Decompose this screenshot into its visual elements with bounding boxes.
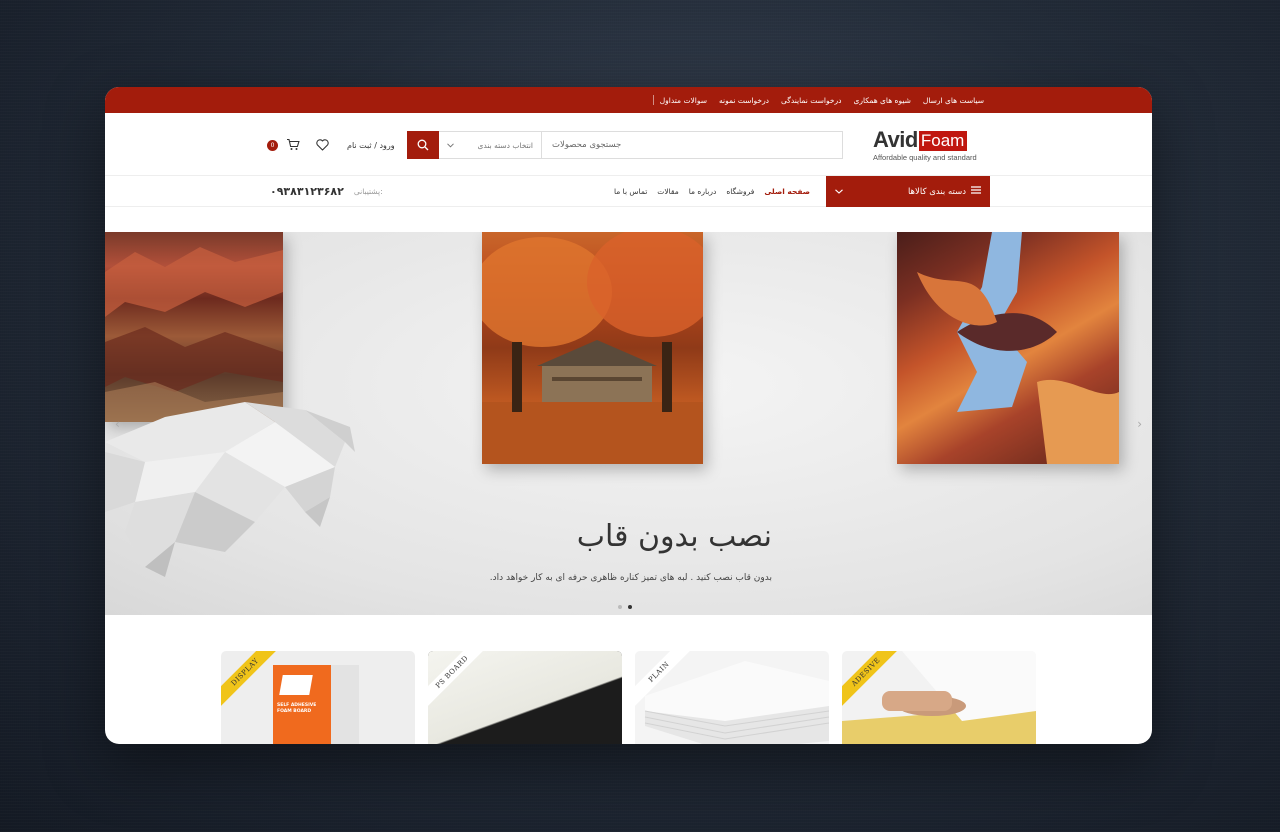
main-navigation: ۰۹۳۸۳۱۲۳۶۸۲ پشتیبانی: صفحه اصلی فروشگاه …	[105, 176, 1152, 207]
display-board-label: SELF ADHESIVE FOAM BOARD	[277, 703, 317, 714]
top-link-faq[interactable]: سوالات متداول	[654, 96, 713, 105]
product-card-ps-board[interactable]: PS BOARD	[428, 651, 622, 744]
slider-dot-1[interactable]	[618, 605, 622, 609]
top-links: سوالات متداول درخواست نمونه درخواست نمای…	[649, 87, 990, 113]
logo-tagline: Affordable quality and standard	[873, 153, 977, 162]
search-button[interactable]	[407, 131, 439, 159]
nav-item-shop[interactable]: فروشگاه	[721, 187, 759, 196]
product-card-adhesive[interactable]: ADESIVE	[842, 651, 1036, 744]
slider-pagination	[618, 605, 632, 609]
search-bar: انتخاب دسته بندی جستجوی محصولات	[407, 131, 843, 159]
support-label: پشتیبانی:	[353, 187, 383, 196]
wishlist-heart-icon[interactable]	[316, 136, 329, 155]
nav-item-contact[interactable]: تماس با ما	[609, 187, 652, 196]
cart-count-badge: 0	[267, 139, 278, 151]
top-links-divider	[652, 95, 654, 105]
login-register-link[interactable]: ورود / ثبت نام	[347, 141, 395, 150]
hero-title: نصب بدون قاب	[576, 519, 772, 554]
nav-item-home[interactable]: صفحه اصلی	[759, 187, 815, 196]
logo-text-avid: Avid	[873, 127, 918, 152]
top-bar: سوالات متداول درخواست نمونه درخواست نمای…	[105, 87, 1152, 113]
header-actions: 0 ورود / ثبت نام	[267, 137, 395, 153]
support-contact: ۰۹۳۸۳۱۲۳۶۸۲ پشتیبانی:	[270, 176, 383, 207]
slider-next-arrow-icon[interactable]: ›	[1137, 417, 1142, 431]
search-input[interactable]: جستجوی محصولات	[542, 132, 842, 158]
product-card-plain[interactable]: PLAIN	[635, 651, 829, 744]
support-phone[interactable]: ۰۹۳۸۳۱۲۳۶۸۲	[270, 185, 344, 198]
top-link-cooperation[interactable]: شیوه های همکاری	[847, 96, 916, 105]
nav-links: صفحه اصلی فروشگاه درباره ما مقالات تماس …	[609, 176, 815, 207]
product-category-cards: SELF ADHESIVE FOAM BOARD DISPLAY PS BOAR…	[221, 651, 1036, 744]
hero-slider: ‹ › نصب بدون قاب بدون قاب نصب کنید . لبه…	[105, 232, 1152, 615]
top-link-shipping-policy[interactable]: سیاست های ارسال	[917, 96, 990, 105]
product-card-display[interactable]: SELF ADHESIVE FOAM BOARD DISPLAY	[221, 651, 415, 744]
top-link-sample-request[interactable]: درخواست نمونه	[713, 96, 775, 105]
search-icon	[417, 139, 429, 151]
nav-item-articles[interactable]: مقالات	[652, 187, 683, 196]
category-select-value: انتخاب دسته بندی	[477, 140, 533, 150]
category-select[interactable]: انتخاب دسته بندی	[439, 132, 542, 158]
paper-dinosaur-illustration	[105, 402, 355, 577]
site-logo[interactable]: Avid Foam Affordable quality and standar…	[873, 129, 985, 165]
slider-prev-arrow-icon[interactable]: ‹	[115, 417, 120, 431]
chevron-down-icon	[835, 187, 843, 197]
slider-dot-2[interactable]	[628, 605, 632, 609]
cart-icon[interactable]	[286, 136, 300, 155]
hero-subtitle: بدون قاب نصب کنید . لبه های تمیز کناره ظ…	[489, 573, 772, 583]
browser-frame: سوالات متداول درخواست نمونه درخواست نمای…	[105, 87, 1152, 744]
logo-text-foam: Foam	[918, 131, 968, 151]
categories-menu-button[interactable]: دسته بندی کالاها	[826, 176, 990, 207]
top-link-agency-request[interactable]: درخواست نمایندگی	[775, 96, 847, 105]
autumn-cabin-print-image	[482, 232, 703, 464]
nav-item-about[interactable]: درباره ما	[684, 187, 722, 196]
chevron-down-icon	[447, 141, 454, 150]
antelope-canyon-print-image	[897, 232, 1119, 464]
header: 0 ورود / ثبت نام انتخاب دسته بندی جستجوی…	[105, 113, 1152, 176]
hamburger-menu-icon	[971, 186, 981, 197]
display-board-image: SELF ADHESIVE FOAM BOARD	[273, 665, 359, 744]
categories-menu-label: دسته بندی کالاها	[907, 186, 966, 197]
